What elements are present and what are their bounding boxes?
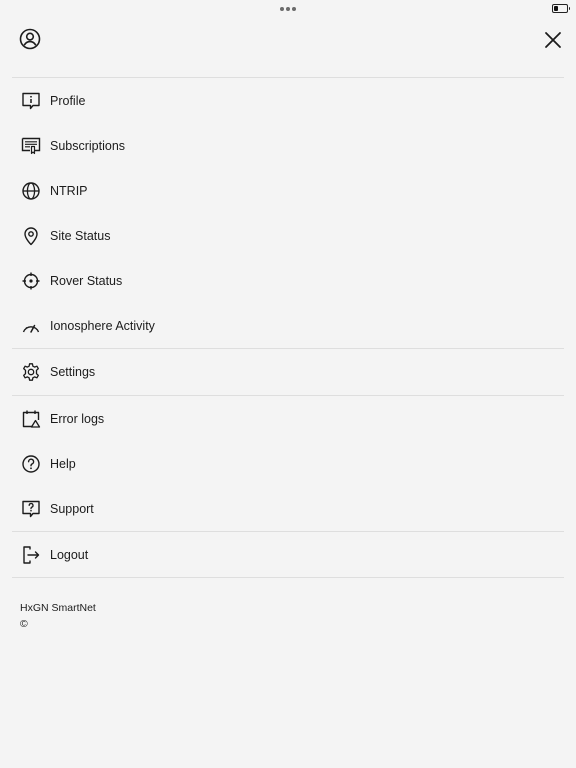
user-circle-icon[interactable] (19, 28, 41, 50)
logout-icon (21, 545, 41, 565)
menu-item-error-logs[interactable]: Error logs (12, 397, 564, 441)
menu-item-label: Settings (50, 365, 96, 379)
menu-item-support[interactable]: Support (12, 487, 564, 531)
divider (12, 531, 564, 532)
status-bar (0, 0, 576, 18)
divider (12, 77, 564, 78)
menu-item-label: NTRIP (50, 184, 88, 198)
question-circle-icon (21, 454, 41, 474)
globe-icon (21, 181, 41, 201)
menu-item-label: Ionosphere Activity (50, 319, 155, 333)
menu-item-label: Site Status (50, 229, 111, 243)
menu-item-label: Profile (50, 94, 86, 108)
menu-item-site-status[interactable]: Site Status (12, 214, 564, 258)
menu-item-rover-status[interactable]: Rover Status (12, 259, 564, 303)
menu-item-profile[interactable]: Profile (12, 79, 564, 123)
app-footer: HxGN SmartNet © (20, 600, 96, 632)
calendar-warning-icon (21, 409, 41, 429)
divider (12, 395, 564, 396)
multitasking-dots-icon[interactable] (280, 7, 296, 11)
crosshair-icon (21, 271, 41, 291)
menu-item-logout[interactable]: Logout (12, 533, 564, 577)
menu-item-label: Support (50, 502, 94, 516)
location-pin-icon (21, 226, 41, 246)
battery-level (554, 6, 559, 11)
menu-item-label: Subscriptions (50, 139, 126, 153)
divider (12, 348, 564, 349)
menu-item-ionosphere-activity[interactable]: Ionosphere Activity (12, 304, 564, 348)
gear-icon (21, 362, 41, 382)
menu-item-label: Rover Status (50, 274, 123, 288)
divider (12, 577, 564, 578)
drawer-header (0, 18, 576, 77)
menu-item-label: Help (50, 457, 76, 471)
support-question-icon (21, 499, 41, 519)
subscriptions-icon (21, 136, 41, 156)
menu-item-settings[interactable]: Settings (12, 350, 564, 394)
profile-info-icon (21, 91, 41, 111)
app-name: HxGN SmartNet (20, 602, 96, 614)
menu-item-label: Logout (50, 548, 89, 562)
close-button[interactable] (541, 28, 565, 52)
battery-icon (552, 4, 570, 13)
gauge-icon (21, 316, 41, 336)
menu-item-label: Error logs (50, 412, 105, 426)
close-icon (545, 32, 561, 48)
copyright-symbol: © (20, 618, 28, 630)
menu-item-help[interactable]: Help (12, 442, 564, 486)
menu-item-subscriptions[interactable]: Subscriptions (12, 124, 564, 168)
menu-item-ntrip[interactable]: NTRIP (12, 169, 564, 213)
